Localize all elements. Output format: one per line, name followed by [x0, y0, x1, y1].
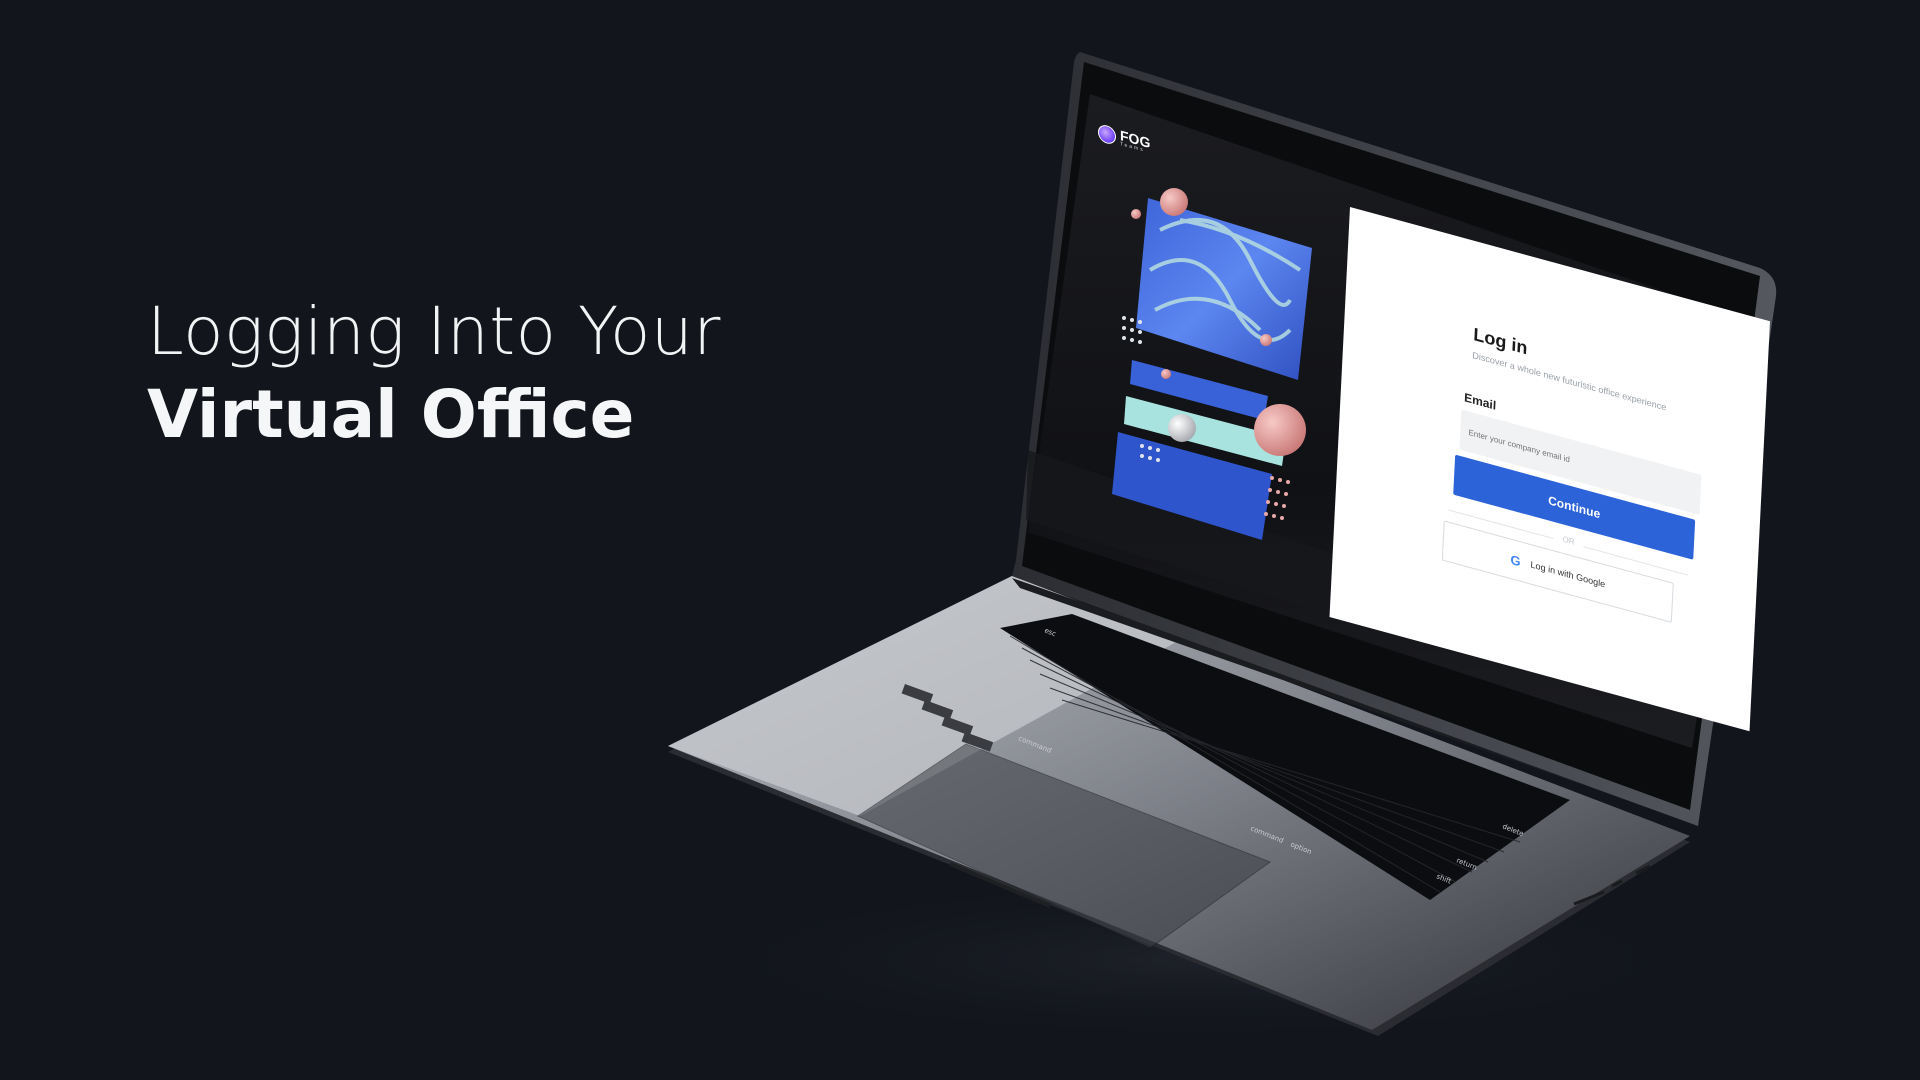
- email-label: Email: [1463, 390, 1497, 413]
- fog-logo-icon: [1098, 122, 1116, 146]
- login-subtitle: Discover a whole new futuristic office e…: [1472, 349, 1667, 413]
- google-login-label: Log in with Google: [1530, 559, 1606, 590]
- or-text: OR: [1553, 532, 1584, 550]
- stage: Logging Into Your Virtual Office esc com…: [0, 0, 1920, 1080]
- google-icon: G: [1510, 551, 1521, 570]
